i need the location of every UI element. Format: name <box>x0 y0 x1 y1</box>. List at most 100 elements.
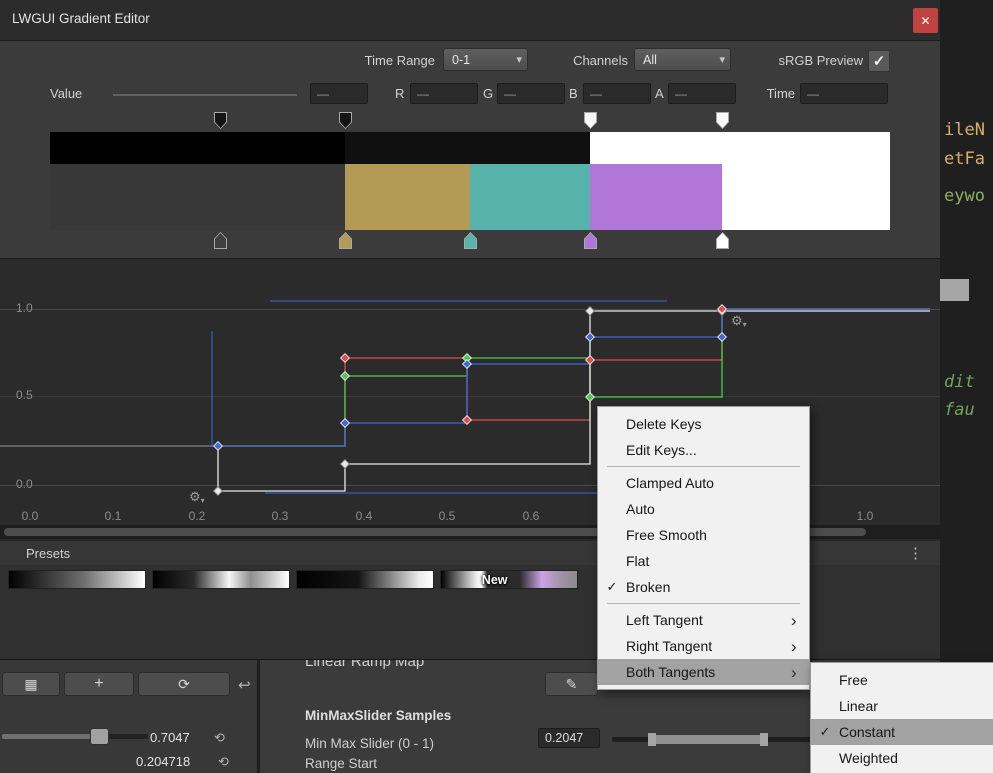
slider-value[interactable]: 0.7047 <box>150 730 190 745</box>
check-icon: ✓ <box>598 579 626 595</box>
alpha-key-marker[interactable] <box>214 112 227 129</box>
curve-key-diamond[interactable] <box>586 307 595 316</box>
editor-scrollbar-thumb[interactable] <box>940 279 969 301</box>
preset-swatch[interactable] <box>296 570 434 589</box>
curve-options-gear-icon[interactable]: ⚙▾ <box>189 489 205 505</box>
menu-item-label: Linear <box>839 698 976 714</box>
b-field[interactable]: — <box>583 83 651 104</box>
curve-key-diamond[interactable] <box>463 360 472 369</box>
check-icon: ✓ <box>873 52 886 70</box>
alpha-strip[interactable] <box>50 132 890 164</box>
preset-swatch[interactable] <box>8 570 146 589</box>
samples-title: MinMaxSlider Samples <box>305 708 451 723</box>
gradient-segment <box>470 164 590 230</box>
context-menu-item-both-tangents[interactable]: Both Tangents› <box>598 659 809 685</box>
gradient-segment <box>50 132 345 164</box>
srgb-preview-label: sRGB Preview <box>735 53 863 68</box>
value-field[interactable]: — <box>310 83 368 104</box>
time-range-dropdown[interactable]: 0-1 ▾ <box>443 48 528 71</box>
revert-icon[interactable]: ⟲ <box>218 754 229 770</box>
curve-key-diamond[interactable] <box>341 460 350 469</box>
context-menu-item-auto[interactable]: Auto <box>598 496 809 522</box>
edit-button[interactable]: ✎ <box>545 672 598 696</box>
chevron-down-icon: ▾ <box>719 53 725 66</box>
submenu-item-weighted[interactable]: Weighted <box>811 745 993 771</box>
context-menu-item-clamped-auto[interactable]: Clamped Auto <box>598 470 809 496</box>
alpha-key-marker[interactable] <box>584 112 597 129</box>
a-field[interactable]: — <box>668 83 736 104</box>
context-menu-item-free-smooth[interactable]: Free Smooth <box>598 522 809 548</box>
preset-swatch[interactable] <box>152 570 290 589</box>
curve-key-diamond[interactable] <box>341 419 350 428</box>
context-menu-item-left-tangent[interactable]: Left Tangent› <box>598 607 809 633</box>
color-strip[interactable] <box>50 164 890 230</box>
menu-item-label: Flat <box>626 553 791 569</box>
value-slider[interactable] <box>113 94 297 96</box>
kebab-menu-icon[interactable]: ⋮ <box>908 544 923 562</box>
minmax-slider-max-handle[interactable] <box>760 733 768 746</box>
min-value-field[interactable]: 0.2047 <box>538 728 600 748</box>
value-slider-handle[interactable] <box>90 728 109 745</box>
revert-icon[interactable]: ⟲ <box>214 730 225 746</box>
time-label: Time <box>755 86 795 101</box>
color-key-marker[interactable] <box>464 232 477 249</box>
gradient-segment <box>345 164 470 230</box>
alpha-key-marker[interactable] <box>716 112 729 129</box>
curve-key-diamond[interactable] <box>341 354 350 363</box>
srgb-preview-checkbox[interactable]: ✓ <box>868 50 890 72</box>
context-menu-item-edit-keys[interactable]: Edit Keys... <box>598 437 809 463</box>
time-range-value: 0-1 <box>452 53 470 67</box>
curve-key-diamond[interactable] <box>586 356 595 365</box>
a-label: A <box>655 86 664 101</box>
close-button[interactable]: ✕ <box>913 8 938 33</box>
background-code-editor: ileNetFaeywoditfau <box>940 0 993 773</box>
context-menu-item-broken[interactable]: ✓Broken <box>598 574 809 600</box>
menu-separator <box>607 603 800 604</box>
color-key-marker[interactable] <box>716 232 729 249</box>
context-menu-item-right-tangent[interactable]: Right Tangent› <box>598 633 809 659</box>
curve-key-diamond[interactable] <box>586 333 595 342</box>
minmax-slider-min-handle[interactable] <box>648 733 656 746</box>
alpha-marker-row <box>0 112 940 130</box>
save-button[interactable]: ▦ <box>2 672 60 696</box>
alpha-key-marker[interactable] <box>339 112 352 129</box>
presets-label: Presets <box>26 546 70 561</box>
color-key-marker[interactable] <box>339 232 352 249</box>
submenu-item-linear[interactable]: Linear <box>811 693 993 719</box>
color-key-marker[interactable] <box>584 232 597 249</box>
undo-arrow-icon[interactable]: ↩ <box>238 676 251 694</box>
code-text: etFa <box>944 149 985 169</box>
curve-key-diamond[interactable] <box>341 372 350 381</box>
curve-options-gear-icon[interactable]: ⚙▾ <box>731 313 747 329</box>
menu-separator <box>607 466 800 467</box>
gradient-segment <box>345 132 590 164</box>
code-text: fau <box>944 400 975 420</box>
submenu-item-constant[interactable]: ✓Constant <box>811 719 993 745</box>
curve-key-diamond[interactable] <box>214 487 223 496</box>
refresh-icon: ⟳ <box>178 676 190 693</box>
refresh-button[interactable]: ⟳ <box>138 672 230 696</box>
context-menu-item-delete-keys[interactable]: Delete Keys <box>598 411 809 437</box>
new-preset-button[interactable]: New <box>482 573 508 587</box>
time-range-label: Time Range <box>340 53 435 68</box>
range-start-label: Range Start <box>305 756 377 771</box>
context-menu-item-flat[interactable]: Flat <box>598 548 809 574</box>
range-value[interactable]: 0.204718 <box>136 754 190 769</box>
curve-key-diamond[interactable] <box>718 333 727 342</box>
code-text: eywo <box>944 186 985 206</box>
preset-swatch[interactable]: New <box>440 570 578 589</box>
color-key-marker[interactable] <box>214 232 227 249</box>
g-field[interactable]: — <box>497 83 565 104</box>
minmax-slider-range[interactable] <box>656 735 760 744</box>
curve-key-diamond[interactable] <box>214 442 223 451</box>
add-button[interactable]: + <box>64 672 134 696</box>
channels-dropdown[interactable]: All ▾ <box>634 48 731 71</box>
curve-key-diamond[interactable] <box>586 393 595 402</box>
menu-item-label: Free <box>839 672 976 688</box>
gradient-segment <box>722 164 890 230</box>
window-title: LWGUI Gradient Editor <box>12 11 150 26</box>
time-field[interactable]: — <box>800 83 888 104</box>
submenu-item-free[interactable]: Free <box>811 667 993 693</box>
r-field[interactable]: — <box>410 83 478 104</box>
curve-line <box>218 311 930 491</box>
